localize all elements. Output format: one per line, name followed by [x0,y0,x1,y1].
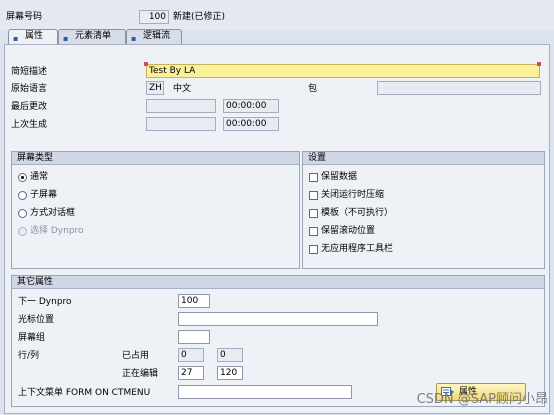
last-generated-label: 上次生成 [11,120,48,130]
occupied-column-field: 0 [217,348,243,362]
radio-subscreen[interactable] [18,191,27,200]
radio-normal[interactable] [18,173,27,182]
last-changed-time: 00:00:00 [223,99,279,113]
checkbox-template[interactable] [309,209,318,218]
screen-group-label: 屏幕组 [18,333,46,343]
last-changed-label: 最后更改 [11,102,48,112]
editing-label: 正在编辑 [122,369,159,379]
screen-type-group: 屏幕类型 通常 子屏幕 方式对话框 选择 Dynpro [11,151,300,269]
language-name: 中文 [173,84,192,94]
settings-group: 设置 保留数据 关闭运行时压缩 模板（不可执行） 保留滚动位置 无应用程序工具栏 [302,151,545,269]
settings-title: 设置 [303,152,544,165]
screen-group-input[interactable] [178,330,210,344]
next-dynpro-label: 下一 Dynpro [18,297,72,307]
screen-number-label: 屏幕号码 [6,12,43,22]
tab-label: 元素清单 [75,31,112,41]
context-menu-input[interactable] [178,385,352,399]
radio-selection-dynpro [18,227,27,236]
tab-logic-flow[interactable]: ▪ 逻辑流 [126,29,182,44]
occupied-row-field: 0 [178,348,204,362]
tab-label: 逻辑流 [143,31,171,41]
tab-label: 属性 [25,31,44,41]
editing-column-input[interactable]: 120 [217,366,243,380]
screen-type-title: 屏幕类型 [12,152,299,165]
radio-normal-label: 通常 [30,172,49,182]
radio-modal-dialog-label: 方式对话框 [30,208,76,218]
required-marker [537,62,541,66]
checkbox-hold-scroll-position[interactable] [309,227,318,236]
radio-modal-dialog[interactable] [18,209,27,218]
package-label: 包 [308,84,318,94]
checkbox-hold-data[interactable] [309,173,318,182]
attributes-panel: 简短描述 Test By LA 原始语言 ZH 中文 包 最后更改 00:00:… [4,44,550,414]
tab-element-list[interactable]: ▪ 元素清单 [58,29,126,44]
cursor-position-label: 光标位置 [18,315,55,325]
last-generated-date [146,117,216,131]
checkbox-switch-off-compression-label: 关闭运行时压缩 [321,190,385,200]
radio-subscreen-label: 子屏幕 [30,190,58,200]
screen-number-field: 100 [139,10,169,24]
cursor-position-input[interactable] [178,312,378,326]
last-generated-time: 00:00:00 [223,117,279,131]
original-language-label: 原始语言 [11,84,48,94]
short-description-label: 简短描述 [11,67,48,77]
short-description-input[interactable]: Test By LA [146,64,540,78]
context-menu-label: 上下文菜单 FORM ON CTMENU [18,388,151,398]
checkbox-without-toolbar[interactable] [309,245,318,254]
row-column-label: 行/列 [18,351,40,361]
package-field [377,81,541,95]
checkbox-template-label: 模板（不可执行） [321,208,394,218]
tab-attributes[interactable]: ▪ 属性 [8,29,58,45]
screen-header: 屏幕号码 100 新建(已修正) [0,0,554,30]
checkbox-switch-off-compression[interactable] [309,191,318,200]
screen-status: 新建(已修正) [173,12,226,22]
required-marker [144,62,148,66]
next-dynpro-input[interactable]: 100 [178,294,210,308]
other-attributes-title: 其它属性 [12,276,544,289]
language-code-field: ZH [146,81,164,95]
editing-row-input[interactable]: 27 [178,366,204,380]
checkbox-hold-scroll-position-label: 保留滚动位置 [321,226,376,236]
radio-selection-dynpro-label: 选择 Dynpro [30,226,84,236]
occupied-label: 已占用 [122,351,150,361]
checkbox-hold-data-label: 保留数据 [321,172,358,182]
watermark: CSDN @SAP顾问小昂 [416,392,548,407]
checkbox-without-toolbar-label: 无应用程序工具栏 [321,244,394,254]
last-changed-date [146,99,216,113]
